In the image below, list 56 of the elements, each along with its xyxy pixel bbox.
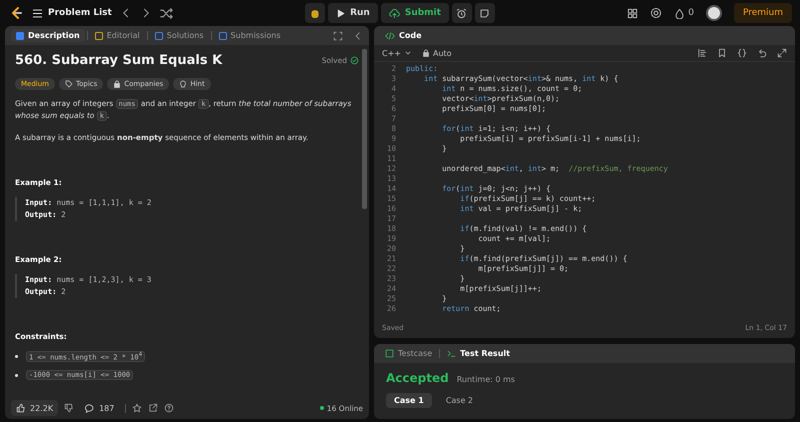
scrollbar[interactable] — [362, 49, 367, 209]
panel-tab[interactable]: Testcase — [380, 347, 438, 360]
lightbulb-icon — [179, 80, 188, 88]
tag-icon — [65, 80, 73, 88]
settings-icon[interactable] — [650, 7, 662, 19]
help-icon[interactable] — [164, 403, 174, 413]
share-icon[interactable] — [148, 403, 158, 413]
fullscreen-icon[interactable] — [333, 30, 343, 40]
panel-tab[interactable]: Submissions — [214, 29, 286, 42]
comment-icon — [85, 403, 96, 413]
lock-icon — [422, 49, 430, 57]
runtime-text: Runtime: 0 ms — [456, 375, 515, 384]
thumbs-down-icon[interactable] — [64, 403, 74, 413]
case-tab[interactable]: Case 1 — [386, 393, 432, 408]
auto-mode-button[interactable]: Auto — [422, 48, 452, 58]
problem-title: 560. Subarray Sum Equals K — [15, 53, 222, 68]
panel-tab[interactable]: Solutions — [150, 29, 209, 42]
checkbox-icon — [385, 349, 394, 358]
comments-button[interactable]: 187 — [80, 400, 120, 416]
code-tab[interactable]: Code — [380, 28, 427, 42]
language-dropdown[interactable]: C++ — [382, 48, 412, 58]
run-button[interactable]: Run — [328, 3, 378, 23]
undo-icon[interactable] — [757, 48, 767, 58]
cloud-upload-icon — [388, 8, 400, 18]
panel-tab[interactable]: Editorial — [90, 29, 145, 42]
note-icon — [479, 8, 490, 18]
star-icon[interactable] — [132, 403, 142, 413]
submit-button[interactable]: Submit — [380, 3, 449, 23]
chevron-down-icon — [404, 49, 412, 57]
format-icon[interactable] — [697, 48, 707, 58]
avatar[interactable] — [706, 5, 722, 21]
check-circle-icon — [350, 56, 359, 65]
premium-button[interactable]: Premium — [734, 3, 792, 23]
online-dot — [320, 406, 324, 410]
layout-grid-icon[interactable] — [627, 8, 638, 18]
alarm-clock-icon — [456, 8, 468, 18]
panel-tab[interactable]: Description — [11, 29, 85, 42]
debug-button[interactable] — [305, 3, 326, 23]
list-icon — [32, 8, 43, 18]
terminal-icon — [447, 349, 456, 358]
code-icon — [385, 30, 395, 40]
streak-count: 0 — [688, 8, 694, 18]
panel-tab[interactable]: Test Result — [442, 347, 515, 360]
notes-button[interactable] — [474, 3, 495, 23]
case-tab[interactable]: Case 2 — [438, 393, 482, 408]
problem-list-link[interactable]: Problem List — [32, 8, 112, 18]
thumbs-up-icon — [16, 403, 26, 413]
timer-button[interactable] — [452, 3, 472, 23]
verdict-text: Accepted — [386, 371, 449, 385]
bookmark-icon[interactable] — [717, 48, 727, 58]
like-button[interactable]: 22.2K — [11, 400, 58, 416]
expand-icon[interactable] — [777, 48, 787, 58]
lock-icon — [113, 80, 122, 88]
shuffle-icon[interactable] — [160, 6, 173, 20]
play-icon — [336, 8, 346, 18]
braces-icon[interactable] — [737, 48, 747, 58]
